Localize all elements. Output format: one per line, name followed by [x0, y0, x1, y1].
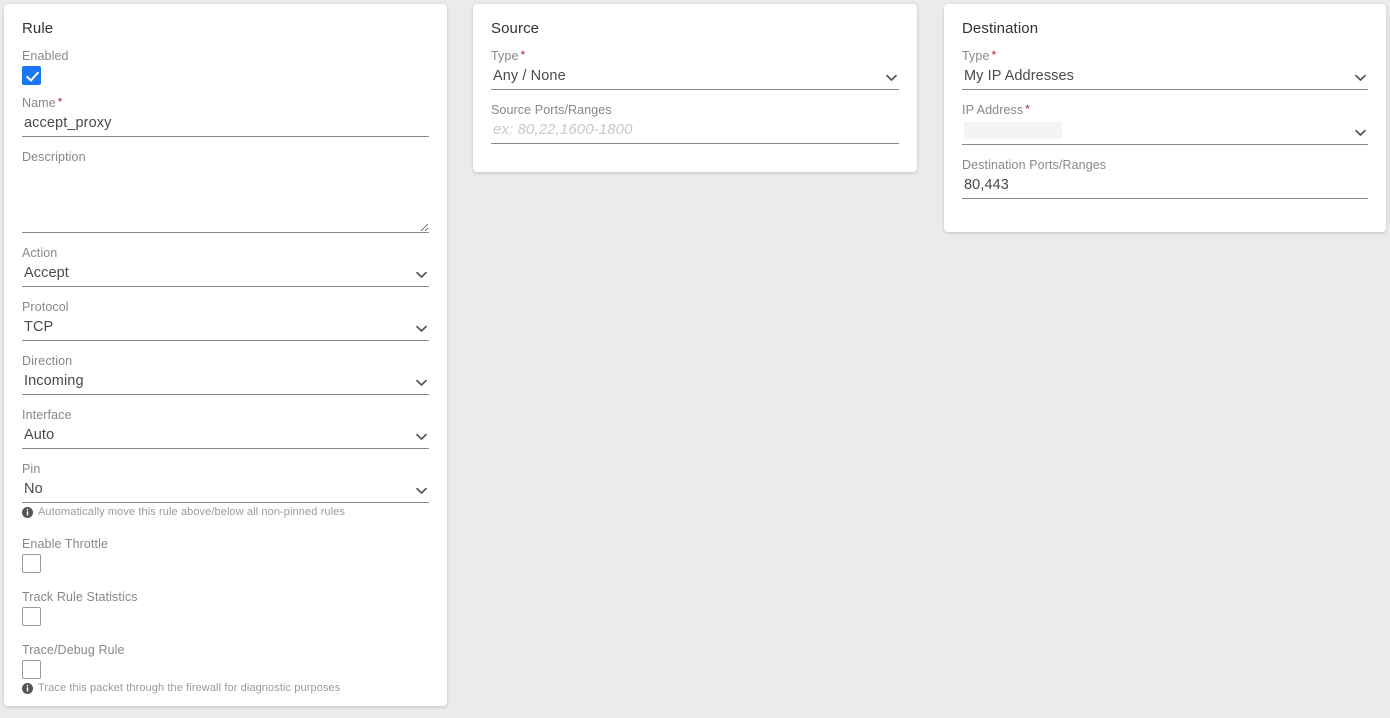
select-ip-address-value [962, 120, 1368, 145]
label-source-ports: Source Ports/Ranges [491, 103, 612, 117]
field-source-ports: Source Ports/Ranges [491, 103, 899, 144]
label-protocol: Protocol [22, 300, 69, 314]
field-direction: Direction Incoming [22, 354, 429, 395]
select-protocol-value: TCP [22, 317, 429, 341]
select-direction[interactable]: Incoming [22, 371, 429, 395]
label-description: Description [22, 150, 86, 164]
trace-debug-hint: Trace this packet through the firewall f… [22, 682, 429, 694]
field-ip-address: IP Address * [962, 103, 1368, 145]
label-destination-type-text: Type [962, 49, 990, 63]
select-interface-value: Auto [22, 425, 429, 449]
rule-card-title: Rule [22, 20, 54, 37]
field-enabled: Enabled [22, 49, 429, 85]
select-pin[interactable]: No [22, 479, 429, 503]
redacted-ip-address [964, 122, 1062, 139]
select-destination-type-value: My IP Addresses [962, 66, 1368, 90]
field-interface: Interface Auto [22, 408, 429, 449]
rule-card: Rule Enabled Name* Description Action Ac… [4, 4, 447, 706]
field-destination-type: Type * My IP Addresses [962, 49, 1368, 90]
select-source-type-value: Any / None [491, 66, 899, 90]
checkbox-trace-debug-rule[interactable] [22, 660, 41, 680]
label-trace-debug-rule: Trace/Debug Rule [22, 643, 125, 658]
field-enable-throttle: Enable Throttle [22, 537, 429, 574]
label-destination-ports: Destination Ports/Ranges [962, 158, 1107, 172]
select-destination-type[interactable]: My IP Addresses [962, 66, 1368, 90]
field-description: Description [22, 150, 429, 233]
checkbox-enable-throttle[interactable] [22, 554, 41, 574]
trace-debug-hint-text: Trace this packet through the firewall f… [38, 682, 341, 695]
label-ip-address: IP Address * [962, 103, 1368, 117]
field-destination-ports: Destination Ports/Ranges [962, 158, 1368, 199]
select-protocol[interactable]: TCP [22, 317, 429, 341]
required-marker: * [1025, 102, 1031, 116]
label-interface: Interface [22, 408, 72, 422]
destination-card: Destination Type * My IP Addresses IP Add… [944, 4, 1386, 232]
select-ip-address[interactable] [962, 120, 1368, 145]
select-pin-value: No [22, 479, 429, 503]
label-name: Name * [22, 96, 429, 110]
label-destination-type: Type * [962, 49, 1368, 63]
source-card-title: Source [491, 20, 540, 37]
select-action-value: Accept [22, 263, 429, 287]
field-pin: Pin No Automatically move this rule abov… [22, 462, 429, 518]
label-name-text: Name [22, 96, 56, 110]
label-ip-address-text: IP Address [962, 103, 1024, 117]
field-track-rule-statistics: Track Rule Statistics [22, 590, 429, 627]
label-source-type-text: Type [491, 49, 519, 63]
checkbox-track-rule-statistics[interactable] [22, 607, 41, 627]
field-trace-debug-rule: Trace/Debug Rule Trace this packet throu… [22, 643, 429, 694]
checkbox-enabled[interactable] [22, 66, 41, 85]
label-action: Action [22, 246, 58, 260]
firewall-rule-editor: Rule Enabled Name* Description Action Ac… [0, 0, 1390, 718]
label-direction: Direction [22, 354, 73, 368]
label-enabled: Enabled [22, 49, 69, 63]
select-action[interactable]: Accept [22, 263, 429, 287]
pin-hint: Automatically move this rule above/below… [22, 506, 429, 518]
input-destination-ports[interactable] [962, 175, 1368, 199]
field-source-type: Type * Any / None [491, 49, 899, 90]
required-marker: * [991, 48, 997, 62]
field-name: Name * [22, 96, 429, 137]
label-source-type: Type * [491, 49, 899, 63]
label-track-rule-statistics: Track Rule Statistics [22, 590, 138, 605]
textarea-description[interactable] [22, 167, 429, 233]
info-icon [22, 506, 33, 518]
label-pin: Pin [22, 462, 41, 476]
label-enable-throttle: Enable Throttle [22, 537, 109, 552]
destination-card-title: Destination [962, 20, 1039, 37]
select-interface[interactable]: Auto [22, 425, 429, 449]
required-marker: * [57, 95, 63, 109]
input-source-ports[interactable] [491, 120, 899, 144]
input-name[interactable] [22, 113, 429, 137]
field-action: Action Accept [22, 246, 429, 287]
select-source-type[interactable]: Any / None [491, 66, 899, 90]
source-card: Source Type * Any / None Source Ports/Ran… [473, 4, 917, 172]
select-direction-value: Incoming [22, 371, 429, 395]
field-protocol: Protocol TCP [22, 300, 429, 341]
info-icon [22, 682, 33, 694]
pin-hint-text: Automatically move this rule above/below… [38, 506, 345, 518]
required-marker: * [520, 48, 526, 62]
